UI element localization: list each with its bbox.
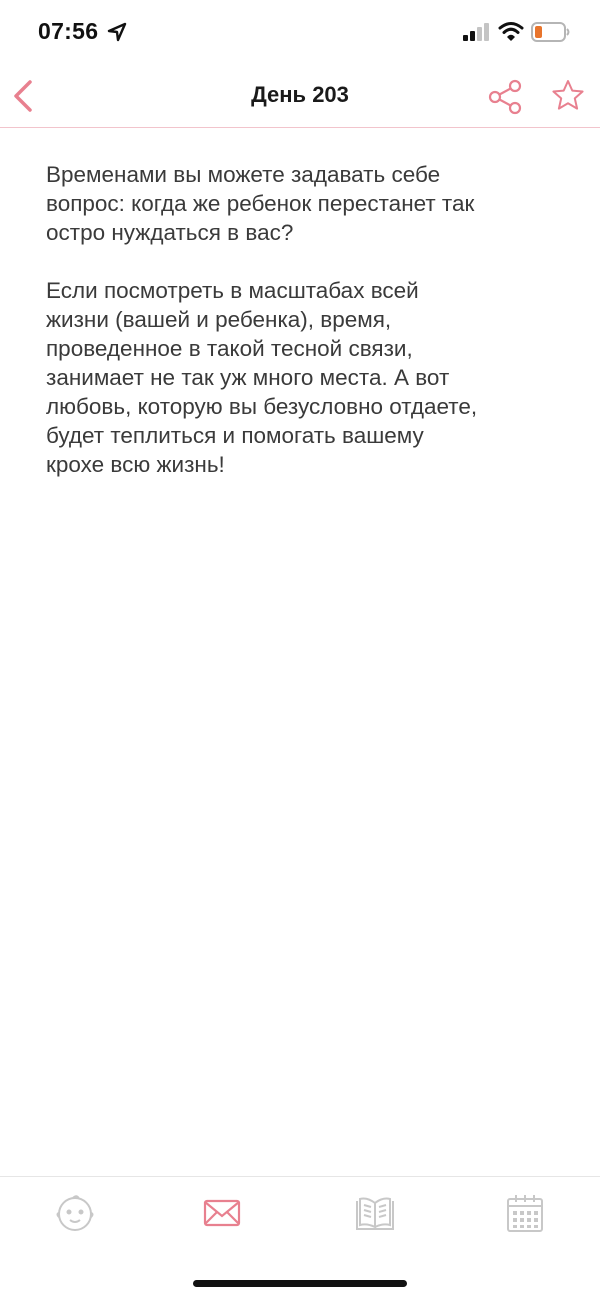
home-indicator[interactable] bbox=[193, 1280, 407, 1287]
tab-journal[interactable] bbox=[353, 1191, 397, 1235]
day-article: Временами вы можете задавать себе вопрос… bbox=[46, 160, 566, 508]
star-icon bbox=[552, 80, 584, 110]
tab-messages[interactable] bbox=[200, 1191, 244, 1235]
cellular-signal-icon bbox=[463, 23, 489, 41]
tab-calendar[interactable] bbox=[503, 1191, 547, 1235]
location-arrow-icon bbox=[107, 22, 127, 42]
status-time: 07:56 bbox=[38, 18, 99, 44]
favorite-button[interactable] bbox=[550, 78, 586, 114]
status-bar: 07:56 bbox=[0, 0, 600, 66]
tab-bar bbox=[0, 1176, 600, 1299]
navigation-bar: День 203 bbox=[0, 66, 600, 128]
tab-baby[interactable] bbox=[53, 1191, 97, 1235]
book-icon bbox=[356, 1197, 394, 1230]
baby-face-icon bbox=[56, 1195, 94, 1231]
article-paragraph: Временами вы можете задавать себе вопрос… bbox=[46, 162, 475, 245]
share-button[interactable] bbox=[486, 78, 524, 116]
wifi-icon bbox=[498, 22, 524, 41]
envelope-icon bbox=[203, 1199, 241, 1227]
share-icon bbox=[488, 79, 522, 115]
article-paragraph: Если посмотреть в масштабах всей жизни (… bbox=[46, 278, 478, 477]
battery-icon bbox=[531, 22, 570, 42]
